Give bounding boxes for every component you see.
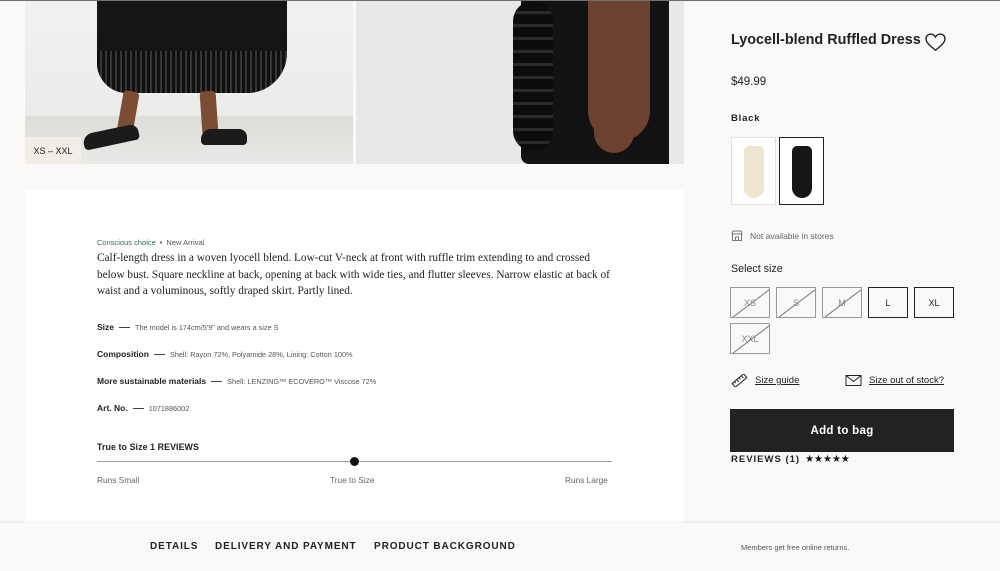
product-image-front[interactable]: XS – XXL [25,1,353,164]
spec-value: 1071886002 [148,404,190,413]
spec-value: Shell: LENZING™ ECOVERO™ Viscose 72% [227,377,377,386]
reviews-label: REVIEWS (1) [731,454,801,465]
selected-color-label: Black [731,113,761,124]
tab-delivery-and-payment[interactable]: DELIVERY AND PAYMENT [215,541,357,552]
swatch-thumbnail [744,146,764,198]
size-option-xs[interactable]: XS [730,287,770,318]
size-guide-link[interactable]: Size guide [731,374,799,387]
new-arrival-tag: New Arrival [166,238,205,247]
store-icon [731,230,743,241]
spec-label: Art. No. [97,403,128,413]
returns-note: Members get free online returns. [741,543,850,552]
reviews-summary[interactable]: REVIEWS (1) ★★★★★ [731,454,850,465]
availability-text: Not available in stores [750,230,834,241]
spec-size: Size The model is 174cm/5'9" and wears a … [97,322,279,332]
spec-sustainable-materials: More sustainable materials Shell: LENZING… [97,376,376,386]
spec-label: More sustainable materials [97,376,207,386]
product-image-side[interactable] [356,1,684,164]
bottom-info-bar: DETAILS DELIVERY AND PAYMENT PRODUCT BAC… [0,523,1000,571]
store-availability: Not available in stores [731,230,834,241]
model-arm [588,1,650,153]
size-option-m[interactable]: M [822,287,862,318]
heart-icon[interactable] [925,33,946,52]
size-out-of-stock-link[interactable]: Size out of stock? [845,374,944,387]
fit-summary-title: True to Size 1 REVIEWS [97,442,199,452]
size-out-of-stock-label: Size out of stock? [869,375,944,386]
spec-label: Size [97,322,115,332]
add-to-bag-button[interactable]: Add to bag [730,409,954,452]
conscious-choice-tag[interactable]: Conscious choice [97,238,156,247]
size-option-xxl[interactable]: XXL [730,323,770,354]
product-description: Calf-length dress in a woven lyocell ble… [97,252,610,298]
tag-separator: • [159,238,163,247]
color-swatch-black[interactable] [779,137,824,205]
star-icon: ★★★★★ [805,454,850,465]
sandal-illustration [201,129,247,145]
size-guide-label: Size guide [755,375,800,386]
ruler-icon [731,374,748,387]
swatch-thumbnail [792,146,812,198]
tab-details[interactable]: DETAILS [150,541,198,552]
size-option-xl[interactable]: XL [914,287,954,318]
fit-scale-runs-large: Runs Large [565,475,608,485]
size-range-badge: XS – XXL [25,137,81,164]
size-option-l[interactable]: L [868,287,908,318]
product-gallery: XS – XXL [25,1,684,164]
product-details-card: Conscious choice • New Arrival Calf-length… [25,190,684,525]
fit-scale-marker [350,457,359,466]
fit-scale-runs-small: Runs Small [97,475,140,485]
spec-composition: Composition Shell: Rayon 72%, Polyamide 2… [97,349,353,359]
spec-label: Composition [97,349,149,359]
sandal-illustration [81,123,141,151]
spec-article-number: Art. No. 1071886002 [97,403,189,413]
spec-value: Shell: Rayon 72%, Polyamide 28%, Lining:… [169,350,353,359]
product-price: $49.99 [731,76,767,88]
color-swatch-cream[interactable] [731,137,776,205]
select-size-label: Select size [731,263,783,275]
dress-skirt-illustration [97,1,287,93]
size-option-s[interactable]: S [776,287,816,318]
tab-product-background[interactable]: PRODUCT BACKGROUND [374,541,516,552]
fit-scale-true-to-size: True to Size [330,475,375,485]
product-title: Lyocell-blend Ruffled Dress [731,32,921,48]
product-tags: Conscious choice • New Arrival [97,238,204,247]
spec-value: The model is 174cm/5'9" and wears a size… [135,323,279,332]
envelope-icon [845,375,862,386]
